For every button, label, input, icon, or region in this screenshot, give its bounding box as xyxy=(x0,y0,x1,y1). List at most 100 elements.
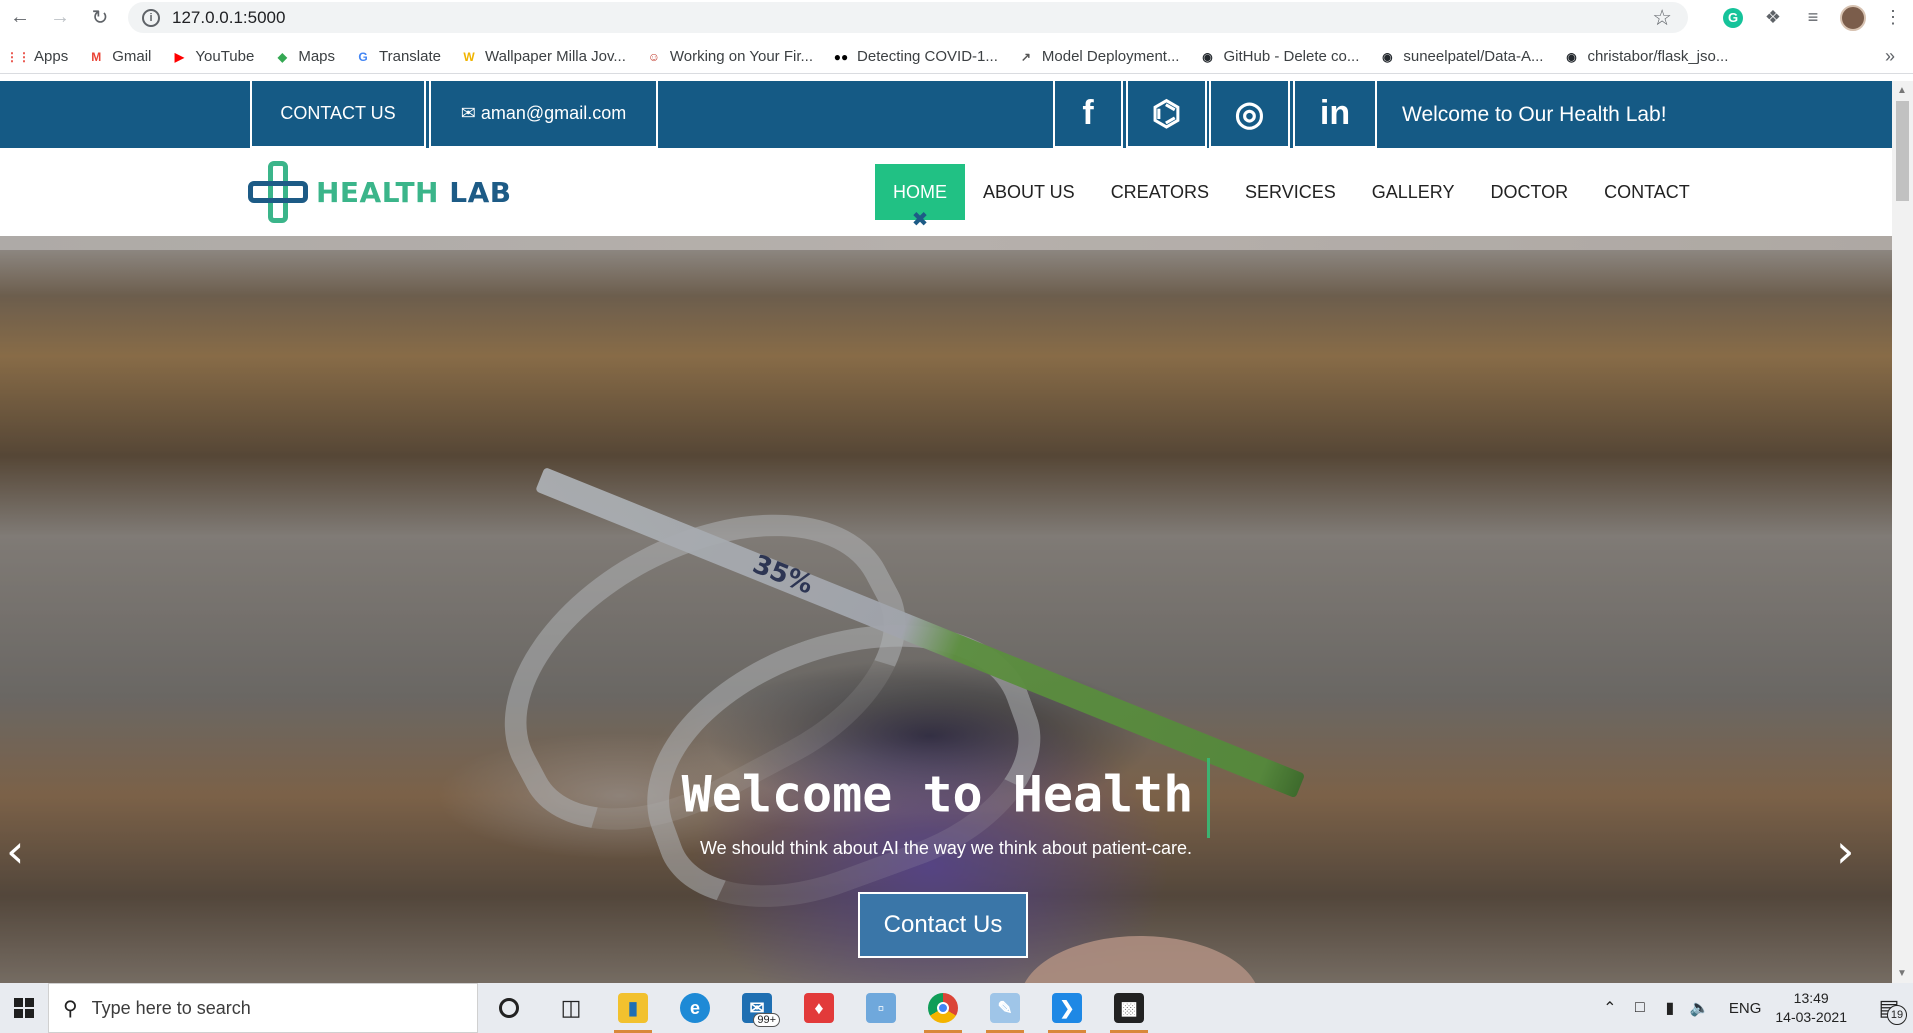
carousel-next-icon[interactable]: › xyxy=(1836,824,1854,878)
medium-icon: ●● xyxy=(833,49,849,64)
grammarly-extension-icon[interactable]: G xyxy=(1713,0,1753,35)
github-icon[interactable]: ⌬ xyxy=(1126,81,1207,148)
bookmark-label: YouTube xyxy=(195,48,255,65)
back-arrow-icon[interactable]: ← xyxy=(0,0,40,35)
bookmark-label: suneelpatel/Data-A... xyxy=(1403,48,1544,65)
health-lab-logo[interactable]: HEALTH LAB xyxy=(248,161,512,223)
bookmark-item[interactable]: ◉ GitHub - Delete co... xyxy=(1199,48,1359,65)
file-explorer-icon[interactable]: ▮ xyxy=(602,983,664,1033)
hero-subtitle: We should think about AI the way we thin… xyxy=(700,838,1192,858)
profile-avatar[interactable] xyxy=(1833,0,1873,35)
email-link[interactable]: ✉ aman@gmail.com xyxy=(429,81,658,148)
mail-icon[interactable]: ✉ 99+ xyxy=(726,983,788,1033)
bookmark-item[interactable]: ⋮⋮ Apps xyxy=(6,48,69,65)
site-info-icon[interactable]: i xyxy=(142,8,160,27)
system-tray: ⌃ □ ▮ 🔈 ENG 13:49 14-03-2021 ▤19 xyxy=(1595,983,1913,1033)
taskbar-search[interactable]: ⚲ Type here to search xyxy=(48,983,478,1033)
bookmark-label: Translate xyxy=(379,48,441,65)
windows-taskbar: ⚲ Type here to search ◫ ▮ e ✉ 99+ ♦ ▫ ✎ … xyxy=(0,983,1913,1033)
instagram-icon[interactable]: ◎ xyxy=(1209,81,1290,148)
windows-start-icon[interactable] xyxy=(0,983,48,1033)
nav-gallery[interactable]: GALLERY xyxy=(1354,164,1473,220)
address-bar[interactable]: i 127.0.0.1:5000 ☆ xyxy=(128,2,1688,33)
nav-home[interactable]: HOME xyxy=(875,164,965,220)
laptop-app-icon[interactable]: ▫ xyxy=(850,983,912,1033)
bookmark-item[interactable]: ▶ YouTube xyxy=(171,48,255,65)
bookmarks-bar: ⋮⋮ Apps M Gmail ▶ YouTube ◆ Maps G Translate W Wall… xyxy=(0,40,1913,74)
youtube-icon: ▶ xyxy=(174,49,184,64)
contact-us-link[interactable]: CONTACT US xyxy=(250,81,426,148)
search-icon: ⚲ xyxy=(63,997,78,1020)
chrome-menu-icon[interactable]: ⋮ xyxy=(1873,0,1913,35)
nav-doctor[interactable]: DOCTOR xyxy=(1472,164,1586,220)
clock-time: 13:49 xyxy=(1793,990,1829,1006)
extensions-puzzle-icon[interactable]: ❖ xyxy=(1753,0,1793,35)
translate-icon: G xyxy=(358,49,368,64)
clock[interactable]: 13:49 14-03-2021 xyxy=(1775,989,1847,1027)
battery-icon[interactable]: ▮ xyxy=(1655,998,1685,1018)
task-view-icon[interactable]: ◫ xyxy=(540,983,602,1033)
nav-contact[interactable]: CONTACT xyxy=(1586,164,1708,220)
bookmark-item[interactable]: ◉ christabor/flask_jso... xyxy=(1563,48,1728,65)
url-text[interactable]: 127.0.0.1:5000 xyxy=(172,8,285,28)
device-icon[interactable]: □ xyxy=(1625,999,1655,1017)
vscode-icon[interactable]: ❯ xyxy=(1036,983,1098,1033)
email-text: aman@gmail.com xyxy=(480,103,627,123)
maps-icon: ◆ xyxy=(277,49,287,64)
language-indicator[interactable]: ENG xyxy=(1729,1000,1762,1017)
clock-date: 14-03-2021 xyxy=(1775,1009,1847,1025)
linkedin-icon[interactable]: in xyxy=(1293,81,1377,148)
terminal-icon[interactable]: ▩ xyxy=(1098,983,1160,1033)
typing-caret xyxy=(1207,758,1211,838)
bookmark-label: Wallpaper Milla Jov... xyxy=(485,48,626,65)
github-icon: ◉ xyxy=(1382,49,1393,64)
facebook-icon[interactable]: f xyxy=(1053,81,1123,148)
bookmark-item[interactable]: ◆ Maps xyxy=(274,48,335,65)
bookmark-item[interactable]: M Gmail xyxy=(88,48,151,65)
nav-services[interactable]: SERVICES xyxy=(1227,164,1354,220)
gmail-icon: M xyxy=(91,49,102,64)
show-hidden-icons-icon[interactable]: ⌃ xyxy=(1595,998,1625,1018)
logo-text: HEALTH LAB xyxy=(316,175,512,209)
search-placeholder: Type here to search xyxy=(91,997,251,1018)
bookmark-label: Apps xyxy=(34,48,69,65)
notification-count: 19 xyxy=(1887,1005,1907,1025)
volume-icon[interactable]: 🔈 xyxy=(1685,998,1715,1018)
hero-title: Welcome to Health xyxy=(0,758,1892,838)
notepad-icon[interactable]: ✎ xyxy=(974,983,1036,1033)
scrollbar-thumb[interactable] xyxy=(1896,101,1909,201)
bookmark-item[interactable]: G Translate xyxy=(355,48,441,65)
scroll-up-icon[interactable]: ▲ xyxy=(1897,85,1907,96)
nav-creators[interactable]: CREATORS xyxy=(1093,164,1227,220)
envelope-icon: ✉ xyxy=(460,103,476,123)
chrome-icon[interactable] xyxy=(912,983,974,1033)
bookmark-label: Gmail xyxy=(112,48,152,65)
bookmark-star-icon[interactable]: ☆ xyxy=(1652,5,1672,31)
reload-icon[interactable]: ↻ xyxy=(80,0,120,35)
edge-icon[interactable]: e xyxy=(664,983,726,1033)
page-scrollbar[interactable]: ▲ ▼ xyxy=(1892,81,1913,983)
bookmark-item[interactable]: ◉ suneelpatel/Data-A... xyxy=(1379,48,1543,65)
reading-list-icon[interactable]: ≡ xyxy=(1793,0,1833,35)
bookmark-item[interactable]: ↗ Model Deployment... xyxy=(1018,48,1180,65)
apps-grid-icon: ⋮⋮ xyxy=(6,49,30,64)
browser-toolbar: ← → ↻ i 127.0.0.1:5000 ☆ G ❖ ≡ ⋮ xyxy=(0,0,1913,35)
forward-arrow-icon[interactable]: → xyxy=(40,0,80,35)
scroll-down-icon[interactable]: ▼ xyxy=(1897,968,1907,979)
bookmark-label: Detecting COVID-1... xyxy=(857,48,998,65)
avatar-icon: ☺ xyxy=(647,49,660,64)
cortana-icon[interactable] xyxy=(478,983,540,1033)
bookmark-item[interactable]: ●● Detecting COVID-1... xyxy=(833,48,998,65)
nav-about-us[interactable]: ABOUT US xyxy=(965,164,1093,220)
wallpaper-icon: W xyxy=(463,49,475,64)
notification-center-icon[interactable]: ▤19 xyxy=(1865,995,1913,1025)
bookmark-label: Working on Your Fir... xyxy=(669,48,814,65)
bookmarks-overflow-icon[interactable]: » xyxy=(1885,46,1895,67)
bookmark-item[interactable]: ☺ Working on Your Fir... xyxy=(646,48,813,65)
bookmark-label: Maps xyxy=(298,48,336,65)
gift-app-icon[interactable]: ♦ xyxy=(788,983,850,1033)
chart-line-icon: ↗ xyxy=(1020,49,1031,64)
hero-contact-button[interactable]: Contact Us xyxy=(858,892,1028,958)
carousel-prev-icon[interactable]: ‹ xyxy=(6,824,24,878)
bookmark-item[interactable]: W Wallpaper Milla Jov... xyxy=(461,48,626,65)
